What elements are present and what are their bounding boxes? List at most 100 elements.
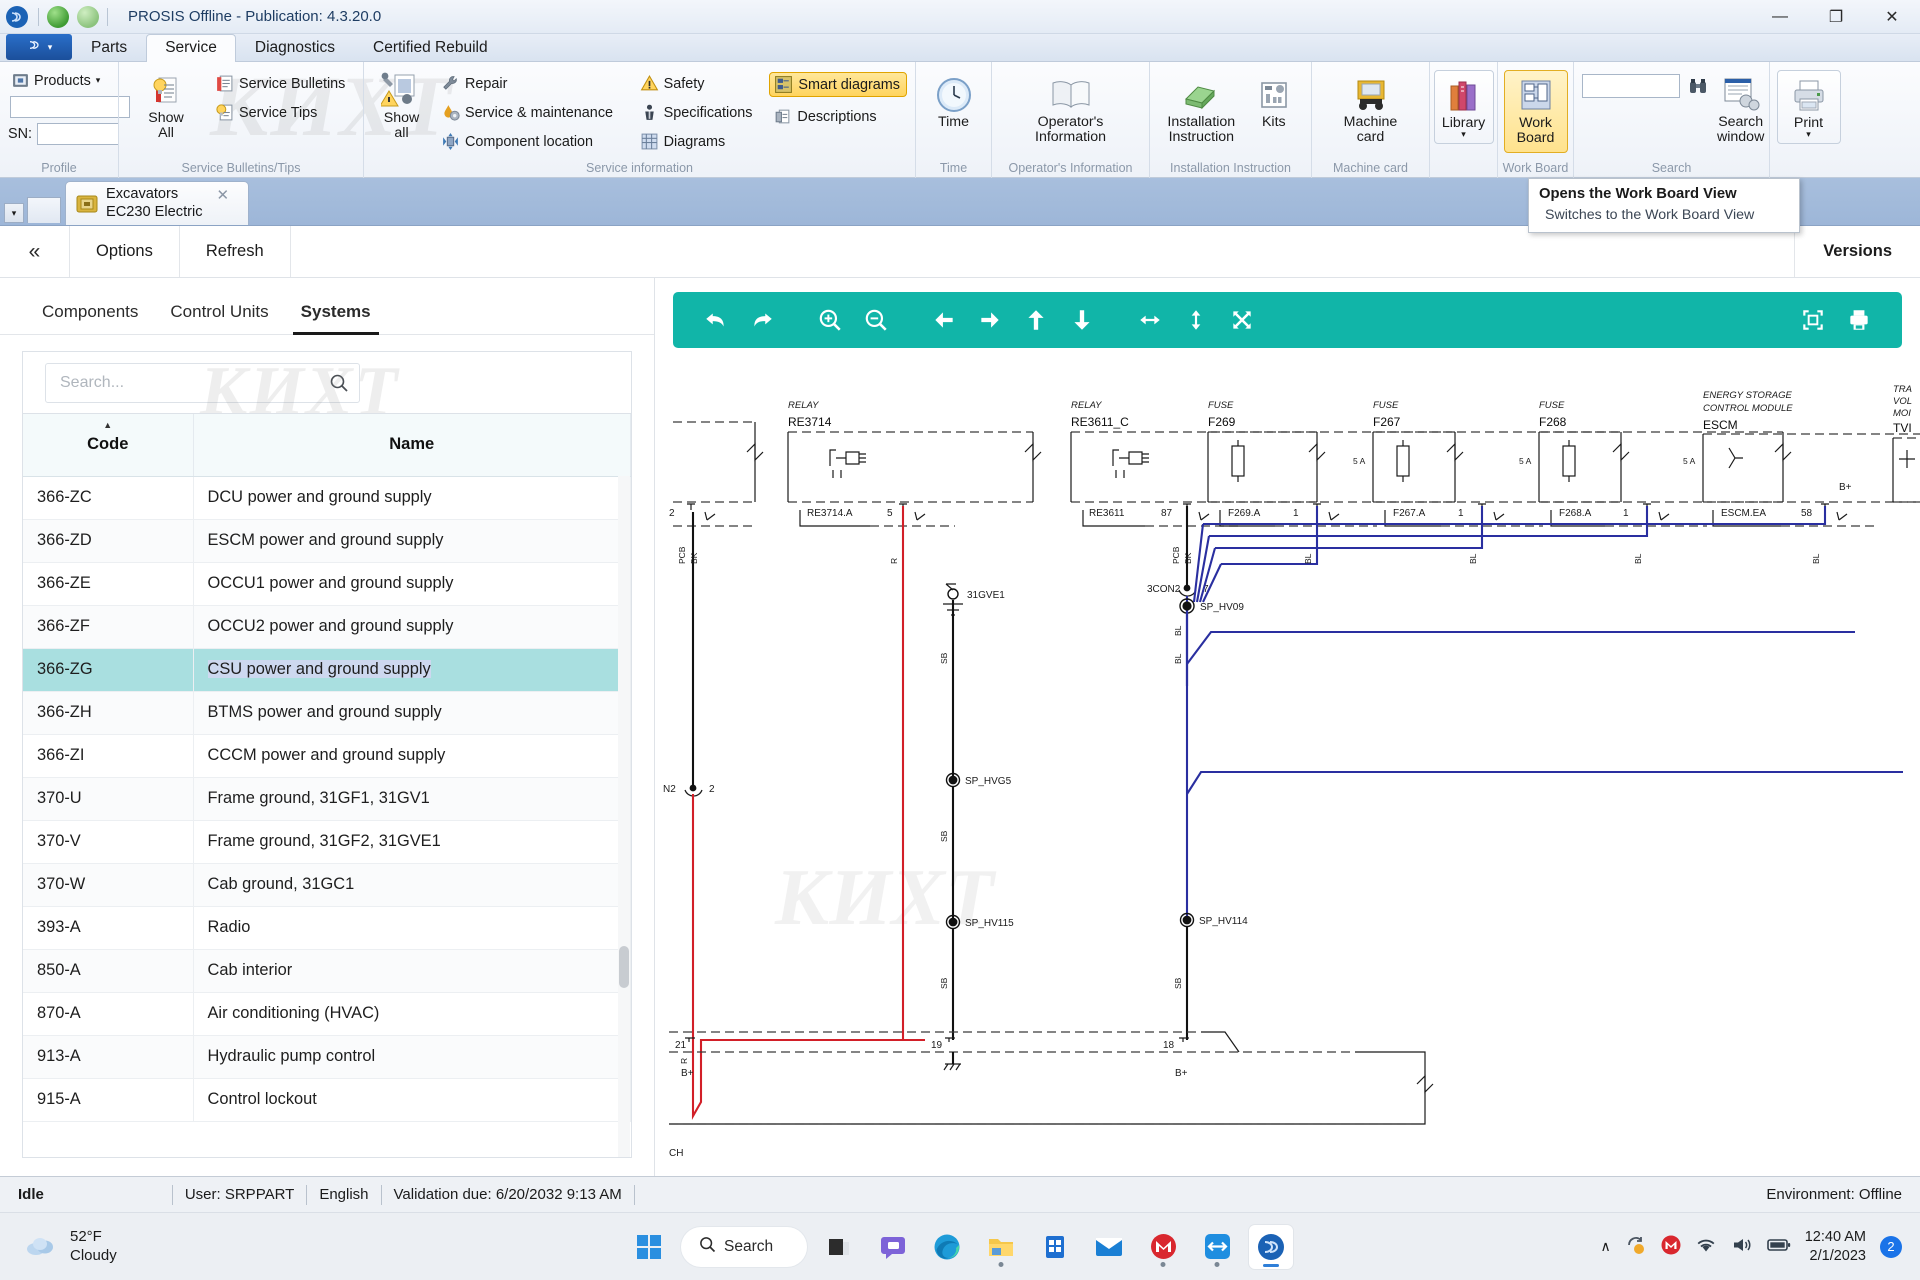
wiring-diagram[interactable]: .lbl{font-family:"Liberation Sans",sans-… — [655, 364, 1920, 1176]
microsoft-store-icon[interactable] — [1033, 1225, 1077, 1269]
table-scrollbar-thumb[interactable] — [619, 946, 629, 988]
prosis-connector-icon[interactable] — [1195, 1225, 1239, 1269]
prosis-app-icon[interactable] — [1249, 1225, 1293, 1269]
tray-chevron-icon[interactable]: ∧ — [1600, 1238, 1610, 1255]
table-row[interactable]: 870-AAir conditioning (HVAC) — [23, 992, 631, 1035]
arrow-right-icon[interactable] — [967, 297, 1013, 343]
search-input[interactable] — [60, 374, 329, 392]
table-row[interactable]: 366-ZDESCM power and ground supply — [23, 519, 631, 562]
search-field[interactable] — [1582, 74, 1680, 98]
file-explorer-icon[interactable] — [979, 1225, 1023, 1269]
tab-systems[interactable]: Systems — [285, 292, 387, 334]
work-board-button[interactable]: Work Board — [1504, 70, 1568, 153]
wifi-icon[interactable] — [1695, 1236, 1717, 1258]
undo-icon[interactable] — [693, 297, 739, 343]
teams-chat-icon[interactable] — [871, 1225, 915, 1269]
back-circle-icon[interactable] — [47, 6, 69, 28]
diagrams-button[interactable]: Diagrams — [636, 130, 764, 153]
sync-icon[interactable] — [1625, 1234, 1647, 1260]
search-icon[interactable] — [329, 373, 349, 393]
descriptions-button[interactable]: Descriptions — [769, 105, 907, 128]
weather-widget[interactable]: 52°F Cloudy — [0, 1228, 117, 1266]
table-row[interactable]: 366-ZICCCM power and ground supply — [23, 734, 631, 777]
table-scrollbar[interactable] — [618, 476, 630, 1157]
show-all-service-button[interactable]: Show all — [372, 68, 431, 145]
zoom-out-icon[interactable] — [853, 297, 899, 343]
taskbar-search[interactable]: Search — [681, 1227, 807, 1267]
smart-diagrams-button[interactable]: Smart diagrams — [769, 72, 907, 97]
sn-field[interactable] — [37, 123, 119, 145]
installation-instruction-button[interactable]: Installation Instruction — [1158, 72, 1245, 149]
fit-width-icon[interactable] — [1127, 297, 1173, 343]
arrow-up-icon[interactable] — [1013, 297, 1059, 343]
refresh-button[interactable]: Refresh — [180, 226, 291, 277]
tab-control-units[interactable]: Control Units — [154, 292, 284, 334]
windows-start-icon[interactable] — [627, 1225, 671, 1269]
table-row[interactable]: 370-VFrame ground, 31GF2, 31GVE1 — [23, 820, 631, 863]
taskbar-clock[interactable]: 12:40 AM 2/1/2023 — [1805, 1228, 1866, 1264]
tab-components[interactable]: Components — [26, 292, 154, 334]
redo-icon[interactable] — [739, 297, 785, 343]
table-row[interactable]: 366-ZGCSU power and ground supply — [23, 648, 631, 691]
application-menu-button[interactable]: ▾ — [6, 34, 72, 60]
kits-button[interactable]: Kits — [1245, 72, 1303, 133]
forward-circle-icon[interactable] — [77, 6, 99, 28]
tabstrip-dropdown-icon[interactable]: ▾ — [4, 203, 24, 223]
table-row[interactable]: 913-AHydraulic pump control — [23, 1035, 631, 1078]
repair-button[interactable]: Repair — [437, 72, 630, 95]
machine-card-button[interactable]: Machine card — [1323, 72, 1419, 149]
versions-label[interactable]: Versions — [1795, 226, 1920, 277]
mega-tray-icon[interactable] — [1661, 1235, 1681, 1259]
options-button[interactable]: Options — [70, 226, 180, 277]
table-row[interactable]: 366-ZEOCCU1 power and ground supply — [23, 562, 631, 605]
close-button[interactable]: ✕ — [1864, 0, 1920, 34]
print-icon[interactable] — [1836, 297, 1882, 343]
tab-parts[interactable]: Parts — [72, 34, 146, 62]
table-row[interactable]: 366-ZFOCCU2 power and ground supply — [23, 605, 631, 648]
table-row[interactable]: 366-ZCDCU power and ground supply — [23, 476, 631, 519]
library-button[interactable]: Library ▾ — [1434, 70, 1494, 144]
search-window-button[interactable]: Search window — [1715, 72, 1766, 149]
service-tips-button[interactable]: Service Tips — [211, 101, 349, 124]
time-button[interactable]: Time — [924, 72, 983, 133]
specifications-button[interactable]: Specifications — [636, 101, 764, 124]
document-tab-close-icon[interactable]: ✕ — [217, 186, 230, 204]
component-location-button[interactable]: Component location — [437, 130, 630, 153]
mail-icon[interactable] — [1087, 1225, 1131, 1269]
table-row[interactable]: 370-UFrame ground, 31GF1, 31GV1 — [23, 777, 631, 820]
mega-icon[interactable] — [1141, 1225, 1185, 1269]
service-maintenance-button[interactable]: Service & maintenance — [437, 101, 630, 124]
document-tab-excavators[interactable]: Excavators EC230 Electric ✕ — [65, 181, 249, 225]
table-row[interactable]: 850-ACab interior — [23, 949, 631, 992]
table-row[interactable]: 915-AControl lockout — [23, 1078, 631, 1121]
select-region-icon[interactable] — [1790, 297, 1836, 343]
edge-browser-icon[interactable] — [925, 1225, 969, 1269]
table-row[interactable]: 366-ZHBTMS power and ground supply — [23, 691, 631, 734]
print-button[interactable]: Print ▾ — [1777, 70, 1841, 144]
table-row[interactable]: 393-ARadio — [23, 906, 631, 949]
tab-service[interactable]: Service — [146, 34, 236, 62]
battery-icon[interactable] — [1767, 1237, 1791, 1257]
notification-badge[interactable]: 2 — [1880, 1236, 1902, 1258]
products-dropdown[interactable]: Products ▾ — [8, 70, 104, 91]
tabstrip-placeholder[interactable] — [27, 197, 61, 223]
column-header-code[interactable]: ▲ Code — [23, 414, 193, 476]
collapse-panel-button[interactable]: « — [0, 226, 70, 277]
binoculars-icon[interactable] — [1688, 77, 1707, 96]
table-row[interactable]: 370-WCab ground, 31GC1 — [23, 863, 631, 906]
fit-page-icon[interactable] — [1219, 297, 1265, 343]
service-bulletins-button[interactable]: Service Bulletins — [211, 72, 349, 95]
column-header-name[interactable]: Name — [193, 414, 631, 476]
show-all-bulletins-button[interactable]: Show All — [127, 68, 205, 145]
task-view-icon[interactable] — [817, 1225, 861, 1269]
zoom-in-icon[interactable] — [807, 297, 853, 343]
volume-icon[interactable] — [1731, 1236, 1753, 1258]
search-box[interactable] — [45, 363, 360, 403]
maximize-button[interactable]: ❐ — [1808, 0, 1864, 34]
tab-diagnostics[interactable]: Diagnostics — [236, 34, 354, 62]
tab-certified-rebuild[interactable]: Certified Rebuild — [354, 34, 507, 62]
fit-height-icon[interactable] — [1173, 297, 1219, 343]
arrow-left-icon[interactable] — [921, 297, 967, 343]
minimize-button[interactable]: — — [1752, 0, 1808, 34]
arrow-down-icon[interactable] — [1059, 297, 1105, 343]
